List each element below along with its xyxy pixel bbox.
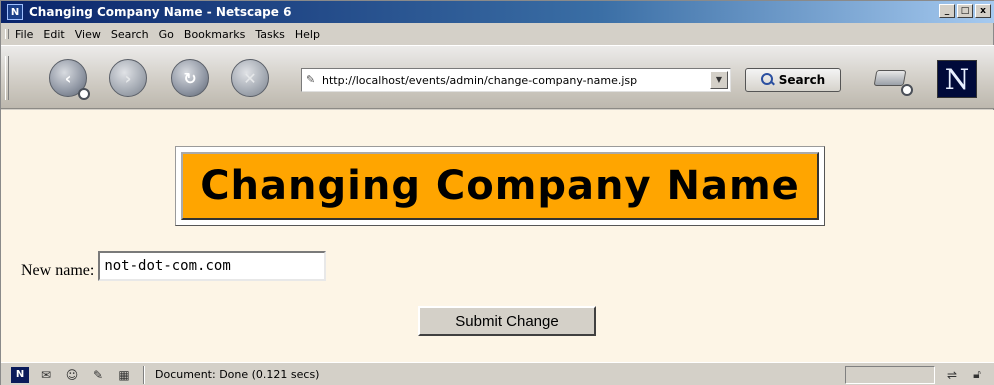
- status-indicators: ⇌ 🔓︎: [939, 366, 989, 384]
- status-separator: [143, 365, 145, 384]
- progress-panel: [845, 365, 935, 384]
- menu-help[interactable]: Help: [295, 28, 320, 41]
- status-bar: N ✉ ☺ ✎ ▦ Document: Done (0.121 secs) ⇌ …: [1, 362, 994, 385]
- menu-view[interactable]: View: [75, 28, 101, 41]
- window-controls: _ □ x: [939, 4, 991, 18]
- status-text: Document: Done (0.121 secs): [155, 368, 320, 381]
- netscape-app-icon: N: [7, 4, 23, 20]
- new-name-row: New name:: [21, 251, 327, 281]
- online-status-icon[interactable]: ⇌: [947, 368, 957, 382]
- forward-arrow-icon: ›: [124, 68, 132, 88]
- url-bar[interactable]: ✎ http://localhost/events/admin/change-c…: [301, 68, 731, 92]
- search-button[interactable]: Search: [745, 68, 841, 92]
- close-button[interactable]: x: [975, 4, 991, 18]
- netscape-status-icon[interactable]: N: [11, 366, 29, 383]
- heading-banner: Changing Company Name: [181, 152, 819, 220]
- printer-icon: [873, 70, 907, 86]
- reload-button[interactable]: ↻: [171, 59, 209, 97]
- submit-change-button[interactable]: Submit Change: [418, 306, 596, 336]
- minimize-button[interactable]: _: [939, 4, 955, 18]
- mail-icon[interactable]: ✉: [37, 367, 55, 383]
- address-book-icon[interactable]: ▦: [115, 367, 133, 383]
- new-name-input[interactable]: [98, 251, 327, 281]
- magnifier-icon: [760, 73, 775, 87]
- menu-search[interactable]: Search: [111, 28, 149, 41]
- browser-window: N Changing Company Name - Netscape 6 _ □…: [0, 0, 994, 385]
- netscape-logo[interactable]: N: [937, 60, 977, 98]
- stop-button[interactable]: ✕: [231, 59, 269, 97]
- menu-go[interactable]: Go: [159, 28, 174, 41]
- page-proxy-icon[interactable]: ✎: [306, 73, 320, 87]
- menu-bar: File Edit View Search Go Bookmarks Tasks…: [1, 23, 994, 45]
- page-title: Changing Company Name: [200, 163, 800, 209]
- forward-button[interactable]: ›: [109, 59, 147, 97]
- print-dropdown-icon[interactable]: [901, 84, 913, 96]
- navigation-toolbar: ‹ › ↻ ✕ ✎ http://localhost/events/admin/…: [1, 45, 994, 109]
- search-button-label: Search: [778, 73, 826, 87]
- title-bar: N Changing Company Name - Netscape 6 _ □…: [1, 1, 994, 23]
- stop-icon: ✕: [243, 68, 257, 88]
- menu-edit[interactable]: Edit: [43, 28, 64, 41]
- instant-messenger-icon[interactable]: ☺: [63, 367, 81, 383]
- url-text[interactable]: http://localhost/events/admin/change-com…: [322, 74, 710, 87]
- print-button[interactable]: [873, 62, 913, 96]
- url-history-dropdown[interactable]: ▼: [710, 71, 728, 89]
- page-content: Changing Company Name New name: Submit C…: [1, 110, 994, 362]
- new-name-label: New name:: [21, 262, 95, 279]
- menu-file[interactable]: File: [15, 28, 33, 41]
- menu-tasks[interactable]: Tasks: [255, 28, 284, 41]
- window-title: Changing Company Name - Netscape 6: [29, 5, 292, 19]
- menu-grip[interactable]: [5, 29, 9, 39]
- heading-frame: Changing Company Name: [175, 146, 825, 226]
- back-arrow-icon: ‹: [64, 68, 72, 88]
- composer-icon[interactable]: ✎: [89, 367, 107, 383]
- menu-bookmarks[interactable]: Bookmarks: [184, 28, 245, 41]
- maximize-button[interactable]: □: [957, 4, 973, 18]
- toolbar-grip[interactable]: [5, 56, 9, 100]
- reload-icon: ↻: [183, 68, 197, 88]
- back-dropdown-icon[interactable]: [78, 88, 90, 100]
- back-button[interactable]: ‹: [49, 59, 90, 100]
- security-lock-icon[interactable]: 🔓︎: [973, 367, 981, 382]
